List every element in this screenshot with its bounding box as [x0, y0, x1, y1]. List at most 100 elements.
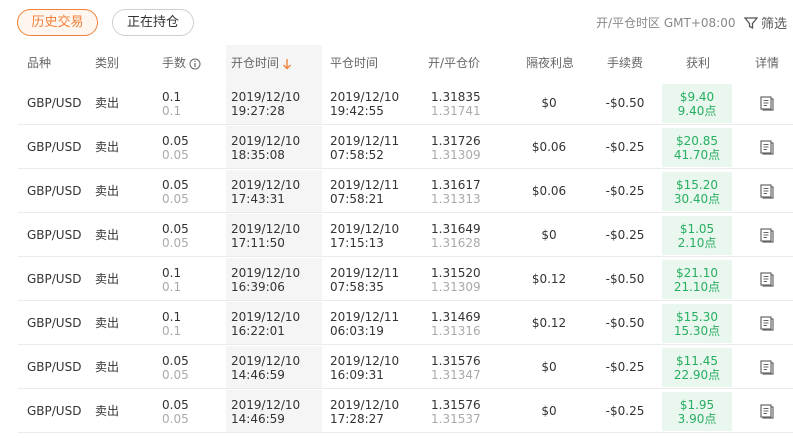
lots-cell: 0.1 0.1 [162, 90, 181, 118]
lots-closed-value: 0.05 [162, 412, 189, 426]
open-date: 2019/12/10 [231, 222, 301, 236]
price-cell: 1.31617 1.31313 [431, 178, 481, 206]
tab-history[interactable]: 历史交易 [17, 9, 98, 36]
close-clock: 19:42:55 [330, 104, 384, 118]
lots-closed-value: 0.05 [162, 368, 189, 382]
open-time-cell: 2019/12/10 18:35:08 [231, 134, 300, 162]
detail-document-icon[interactable] [760, 272, 774, 287]
close-time-cell: 2019/12/11 07:58:35 [330, 266, 399, 294]
header-price: 开/平仓价 [428, 56, 481, 70]
detail-document-icon[interactable] [760, 404, 774, 419]
detail-document-icon[interactable] [760, 316, 774, 331]
profit-points: 30.40点 [673, 192, 721, 206]
profit-points: 9.40点 [677, 104, 717, 118]
lots-value: 0.1 [162, 90, 182, 104]
detail-document-icon[interactable] [760, 140, 774, 155]
symbol-cell: GBP/USD [27, 96, 82, 110]
close-date: 2019/12/11 [330, 134, 400, 148]
symbol-cell: GBP/USD [27, 316, 82, 330]
profit-amount: $9.40 [679, 90, 715, 104]
table-row: GBP/USD 卖出 0.05 0.05 2019/12/10 18:35:08 2019/… [18, 126, 793, 169]
detail-document-icon[interactable] [760, 228, 774, 243]
open-price: 1.31576 [431, 398, 481, 412]
lots-cell: 0.1 0.1 [162, 310, 181, 338]
type-cell: 卖出 [95, 360, 120, 374]
lots-value: 0.05 [162, 178, 189, 192]
close-time-cell: 2019/12/11 07:58:52 [330, 134, 399, 162]
open-price: 1.31617 [431, 178, 481, 192]
lots-cell: 0.05 0.05 [162, 222, 189, 250]
close-date: 2019/12/10 [330, 354, 400, 368]
close-price: 1.31537 [431, 412, 481, 426]
tab-open-positions[interactable]: 正在持仓 [112, 9, 194, 36]
close-time-cell: 2019/12/10 16:09:31 [330, 354, 399, 382]
price-cell: 1.31576 1.31537 [431, 398, 481, 426]
detail-document-icon[interactable] [760, 360, 774, 375]
filter-label: 筛选 [761, 17, 788, 32]
price-cell: 1.31576 1.31347 [431, 354, 481, 382]
swap-cell: $0.06 [531, 184, 567, 198]
timezone-label: 开/平仓时区 GMT+08:00 [596, 16, 736, 30]
profit-cell: $15.20 30.40点 [662, 178, 732, 206]
swap-cell: $0 [541, 360, 557, 374]
open-clock: 17:43:31 [231, 192, 285, 206]
swap-cell: $0 [541, 404, 557, 418]
open-clock: 19:27:28 [231, 104, 285, 118]
filter-button[interactable]: 筛选 [744, 13, 787, 32]
fee-cell: -$0.50 [605, 272, 645, 286]
open-date: 2019/12/10 [231, 310, 301, 324]
open-time-cell: 2019/12/10 16:39:06 [231, 266, 300, 294]
type-cell: 卖出 [95, 140, 120, 154]
header-open-time-label: 开仓时间 [231, 56, 280, 70]
profit-cell: $15.30 15.30点 [662, 310, 732, 338]
open-price: 1.31469 [431, 310, 481, 324]
close-price: 1.31347 [431, 368, 481, 382]
filter-icon [744, 16, 758, 29]
info-icon[interactable] [189, 58, 201, 70]
fee-cell: -$0.25 [605, 140, 645, 154]
detail-document-icon[interactable] [760, 96, 774, 111]
open-clock: 16:22:01 [231, 324, 285, 338]
type-cell: 卖出 [95, 228, 120, 242]
table-row: GBP/USD 卖出 0.05 0.05 2019/12/10 14:46:59 2019/… [18, 346, 793, 389]
close-time-cell: 2019/12/10 17:15:13 [330, 222, 399, 250]
price-cell: 1.31649 1.31628 [431, 222, 481, 250]
header-symbol: 品种 [27, 56, 52, 70]
lots-cell: 0.05 0.05 [162, 354, 189, 382]
header-profit: 获利 [686, 56, 711, 70]
profit-cell: $20.85 41.70点 [662, 134, 732, 162]
close-clock: 07:58:35 [330, 280, 384, 294]
open-price: 1.31726 [431, 134, 481, 148]
lots-closed-value: 0.1 [162, 324, 182, 338]
close-price: 1.31309 [431, 280, 481, 294]
close-date: 2019/12/10 [330, 90, 400, 104]
swap-cell: $0 [541, 228, 557, 242]
profit-points: 41.70点 [673, 148, 721, 162]
type-cell: 卖出 [95, 184, 120, 198]
open-time-cell: 2019/12/10 16:22:01 [231, 310, 300, 338]
price-cell: 1.31520 1.31309 [431, 266, 481, 294]
lots-value: 0.05 [162, 222, 189, 236]
fee-cell: -$0.25 [605, 404, 645, 418]
header-fee: 手续费 [607, 56, 644, 70]
lots-value: 0.05 [162, 134, 189, 148]
fee-cell: -$0.50 [605, 316, 645, 330]
close-clock: 17:28:27 [330, 412, 384, 426]
symbol-cell: GBP/USD [27, 360, 82, 374]
header-swap: 隔夜利息 [526, 56, 575, 70]
close-date: 2019/12/10 [330, 398, 400, 412]
lots-value: 0.1 [162, 266, 182, 280]
open-price: 1.31649 [431, 222, 481, 236]
detail-document-icon[interactable] [760, 184, 774, 199]
header-close-time: 平仓时间 [330, 56, 379, 70]
lots-value: 0.05 [162, 398, 189, 412]
close-date: 2019/12/11 [330, 266, 400, 280]
open-time-cell: 2019/12/10 14:46:59 [231, 398, 300, 426]
header-open-time[interactable]: 开仓时间 [231, 45, 292, 82]
swap-cell: $0.12 [531, 272, 567, 286]
open-price: 1.31835 [431, 90, 481, 104]
symbol-cell: GBP/USD [27, 272, 82, 286]
close-date: 2019/12/11 [330, 310, 400, 324]
open-time-cell: 2019/12/10 14:46:59 [231, 354, 300, 382]
close-clock: 16:09:31 [330, 368, 384, 382]
